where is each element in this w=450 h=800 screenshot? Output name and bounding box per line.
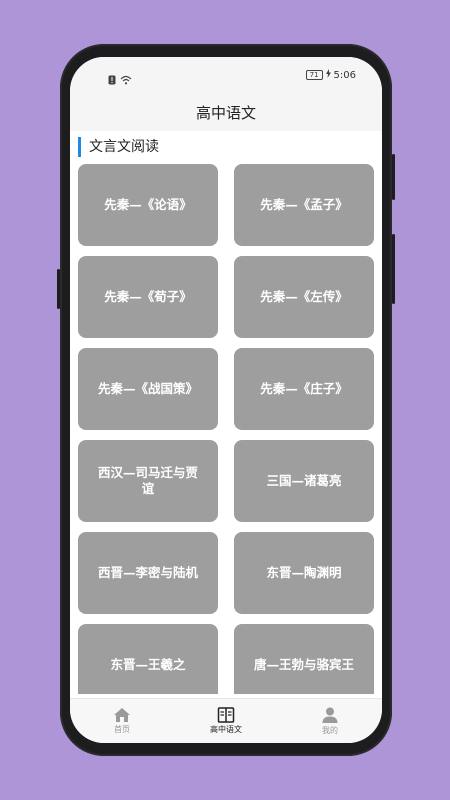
tab-chinese[interactable]: 高中语文 [174, 699, 278, 743]
card-wangxizhi[interactable]: 东晋—王羲之 [78, 624, 218, 694]
status-bar: 71 5:06 [70, 57, 382, 95]
card-zhugeliang[interactable]: 三国—诸葛亮 [234, 440, 374, 522]
volume-button [392, 234, 395, 304]
card-lunyu[interactable]: 先秦—《论语》 [78, 164, 218, 246]
section-title: 文言文阅读 [78, 137, 159, 157]
phone-frame: 71 5:06 高中语文 文言文阅读 先秦—《论语》 先秦—《孟子》 先秦—《荀… [57, 44, 395, 756]
card-simaqian-jiayi[interactable]: 西汉—司马迁与贾谊 [78, 440, 218, 522]
tab-mine[interactable]: 我的 [278, 699, 382, 743]
card-xunzi[interactable]: 先秦—《荀子》 [78, 256, 218, 338]
charging-icon [325, 69, 331, 81]
card-zhanguoce[interactable]: 先秦—《战国策》 [78, 348, 218, 430]
card-limi-luji[interactable]: 西晋—李密与陆机 [78, 532, 218, 614]
screen: 71 5:06 高中语文 文言文阅读 先秦—《论语》 先秦—《孟子》 先秦—《荀… [70, 57, 382, 743]
user-icon [321, 706, 339, 724]
tab-home[interactable]: 首页 [70, 699, 174, 743]
wifi-icon [120, 70, 132, 89]
tab-label: 首页 [114, 725, 130, 734]
battery-icon: 71 [305, 70, 323, 80]
bottom-tab-bar: 首页 高中语文 我的 [70, 698, 382, 743]
tab-label: 我的 [322, 726, 338, 735]
card-zhuangzi[interactable]: 先秦—《庄子》 [234, 348, 374, 430]
card-taoyuanming[interactable]: 东晋—陶渊明 [234, 532, 374, 614]
card-wangbo-luobinwang[interactable]: 唐—王勃与骆宾王 [234, 624, 374, 694]
home-icon [113, 707, 131, 723]
card-grid: 先秦—《论语》 先秦—《孟子》 先秦—《荀子》 先秦—《左传》 先秦—《战国策》… [78, 164, 374, 694]
power-button [392, 154, 395, 200]
tab-label: 高中语文 [210, 725, 242, 734]
status-time: 5:06 [333, 69, 356, 81]
side-button [57, 269, 60, 309]
card-mengzi[interactable]: 先秦—《孟子》 [234, 164, 374, 246]
book-icon [217, 707, 235, 723]
notification-icon [108, 70, 116, 89]
page-title: 高中语文 [70, 95, 382, 131]
card-zuozhuan[interactable]: 先秦—《左传》 [234, 256, 374, 338]
